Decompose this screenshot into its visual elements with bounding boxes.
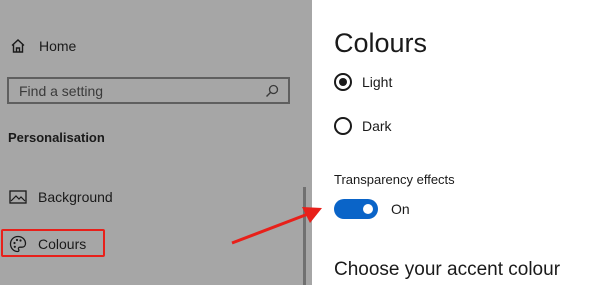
radio-light[interactable]: Light	[334, 73, 392, 91]
main-content: Colours Light Dark Transparency effects …	[312, 0, 600, 285]
sidebar-item-label: Background	[38, 189, 113, 205]
toggle-state-label: On	[391, 201, 410, 217]
transparency-label: Transparency effects	[334, 172, 455, 187]
search-input[interactable]: Find a setting	[19, 83, 264, 99]
home-icon	[8, 36, 28, 56]
annotation-arrow-icon	[231, 207, 322, 245]
radio-button[interactable]	[334, 117, 352, 135]
sidebar-item-home[interactable]: Home	[8, 33, 298, 59]
picture-icon	[8, 187, 28, 207]
transparency-toggle[interactable]	[334, 199, 378, 219]
radio-button[interactable]	[334, 73, 352, 91]
search-icon[interactable]	[264, 83, 280, 99]
radio-selected-dot	[339, 78, 347, 86]
radio-label: Dark	[362, 118, 392, 134]
annotation-highlight-box	[1, 229, 105, 257]
sidebar-item-label: Home	[39, 38, 77, 54]
transparency-toggle-row: On	[334, 199, 410, 219]
accent-colour-heading: Choose your accent colour	[334, 259, 561, 280]
page-title: Colours	[334, 28, 428, 58]
search-box[interactable]: Find a setting	[7, 77, 290, 104]
radio-label: Light	[362, 74, 393, 90]
radio-dark[interactable]: Dark	[334, 117, 392, 135]
section-title: Personalisation	[8, 130, 105, 145]
toggle-knob	[363, 204, 373, 214]
